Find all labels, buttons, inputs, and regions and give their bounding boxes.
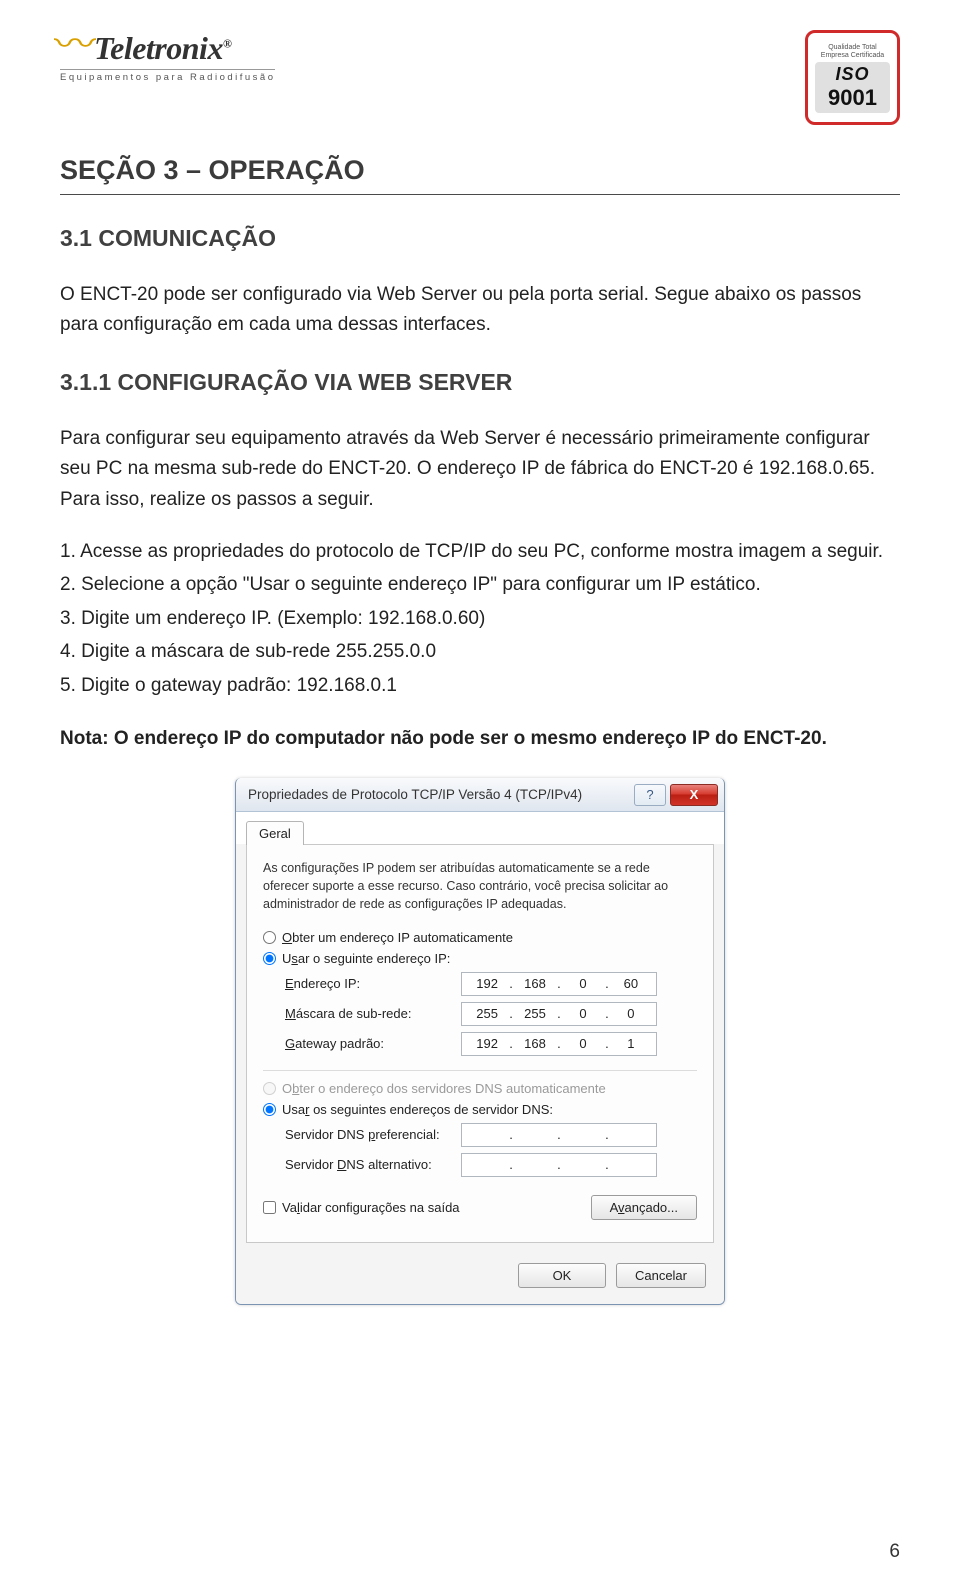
- help-icon: ?: [646, 787, 653, 802]
- steps-list: 1. Acesse as propriedades do protocolo d…: [60, 537, 900, 700]
- step-3: 3. Digite um endereço IP. (Exemplo: 192.…: [60, 604, 900, 633]
- field-gateway: Gateway padrão: 192. 168. 0. 1: [285, 1032, 697, 1056]
- mask-octet-2[interactable]: 255: [519, 1006, 551, 1021]
- mask-octet-1[interactable]: 255: [471, 1006, 503, 1021]
- close-button[interactable]: X: [670, 784, 718, 806]
- label-gateway: Gateway padrão:: [285, 1036, 461, 1051]
- page-number: 6: [889, 1541, 900, 1563]
- radio-use-ip-label: Usar o seguinte endereço IP:: [282, 951, 450, 966]
- radio-auto-ip-row[interactable]: Obter um endereço IP automaticamente: [263, 930, 697, 945]
- validate-checkbox-row[interactable]: Validar configurações na saída: [263, 1200, 460, 1215]
- input-dns-alt[interactable]: . . .: [461, 1153, 657, 1177]
- radio-use-dns[interactable]: [263, 1103, 276, 1116]
- radio-auto-dns-row: Obter o endereço dos servidores DNS auto…: [263, 1081, 697, 1096]
- dialog-footer: OK Cancelar: [236, 1253, 724, 1304]
- input-ip[interactable]: 192. 168. 0. 60: [461, 972, 657, 996]
- label-dns-alt: Servidor DNS alternativo:: [285, 1157, 461, 1172]
- field-dns-alt: Servidor DNS alternativo: . . .: [285, 1153, 697, 1177]
- paragraph-1: O ENCT-20 pode ser configurado via Web S…: [60, 280, 900, 341]
- page-header: 〰 Teletronix® Equipamentos para Radiodif…: [60, 30, 900, 125]
- tab-content: As configurações IP podem ser atribuídas…: [246, 844, 714, 1242]
- input-gateway[interactable]: 192. 168. 0. 1: [461, 1032, 657, 1056]
- radio-auto-dns-label: Obter o endereço dos servidores DNS auto…: [282, 1081, 606, 1096]
- ok-button[interactable]: OK: [518, 1263, 606, 1288]
- mask-octet-3[interactable]: 0: [567, 1006, 599, 1021]
- iso-top-text: Qualidade Total Empresa Certificada: [821, 42, 884, 63]
- logo-swoosh-icon: 〰: [54, 30, 96, 60]
- step-2: 2. Selecione a opção "Usar o seguinte en…: [60, 570, 900, 599]
- step-4: 4. Digite a máscara de sub-rede 255.255.…: [60, 637, 900, 666]
- section-title: SEÇÃO 3 – OPERAÇÃO: [60, 155, 900, 186]
- dialog-title: Propriedades de Protocolo TCP/IP Versão …: [248, 787, 582, 802]
- group-divider: [263, 1070, 697, 1071]
- validate-label: Validar configurações na saída: [282, 1200, 460, 1215]
- advanced-button[interactable]: Avançado...: [591, 1195, 697, 1220]
- ip-octet-3[interactable]: 0: [567, 976, 599, 991]
- field-ip: Endereço IP: 192. 168. 0. 60: [285, 972, 697, 996]
- radio-auto-ip-label: Obter um endereço IP automaticamente: [282, 930, 513, 945]
- iso-line2: Empresa Certificada: [821, 52, 884, 59]
- subheading-3-1: 3.1 COMUNICAÇÃO: [60, 225, 900, 252]
- help-button[interactable]: ?: [634, 784, 666, 806]
- radio-use-dns-label: Usar os seguintes endereços de servidor …: [282, 1102, 553, 1117]
- tab-general[interactable]: Geral: [246, 821, 304, 845]
- field-mask: Máscara de sub-rede: 255. 255. 0. 0: [285, 1002, 697, 1026]
- logo-registered: ®: [223, 36, 231, 50]
- note-text: Nota: O endereço IP do computador não po…: [60, 728, 900, 750]
- dialog-description: As configurações IP podem ser atribuídas…: [263, 859, 697, 913]
- step-1: 1. Acesse as propriedades do protocolo d…: [60, 537, 900, 566]
- radio-auto-dns: [263, 1082, 276, 1095]
- input-mask[interactable]: 255. 255. 0. 0: [461, 1002, 657, 1026]
- ip-octet-4[interactable]: 60: [615, 976, 647, 991]
- radio-auto-ip[interactable]: [263, 931, 276, 944]
- step-5: 5. Digite o gateway padrão: 192.168.0.1: [60, 671, 900, 700]
- divider: [60, 194, 900, 195]
- paragraph-2: Para configurar seu equipamento através …: [60, 424, 900, 515]
- label-ip: Endereço IP:: [285, 976, 461, 991]
- gw-octet-4[interactable]: 1: [615, 1036, 647, 1051]
- logo-brand-text: Teletronix: [94, 30, 223, 66]
- radio-use-ip-row[interactable]: Usar o seguinte endereço IP:: [263, 951, 697, 966]
- mask-octet-4[interactable]: 0: [615, 1006, 647, 1021]
- input-dns-pref[interactable]: . . .: [461, 1123, 657, 1147]
- iso-badge: Qualidade Total Empresa Certificada ISO …: [805, 30, 900, 125]
- ip-octet-2[interactable]: 168: [519, 976, 551, 991]
- logo-tagline: Equipamentos para Radiodifusão: [60, 69, 275, 83]
- radio-use-dns-row[interactable]: Usar os seguintes endereços de servidor …: [263, 1102, 697, 1117]
- ip-octet-1[interactable]: 192: [471, 976, 503, 991]
- logo: 〰 Teletronix® Equipamentos para Radiodif…: [60, 30, 275, 83]
- field-dns-pref: Servidor DNS preferencial: . . .: [285, 1123, 697, 1147]
- subheading-3-1-1: 3.1.1 CONFIGURAÇÃO VIA WEB SERVER: [60, 369, 900, 396]
- radio-use-ip[interactable]: [263, 952, 276, 965]
- iso-number: 9001: [815, 85, 891, 111]
- close-icon: X: [690, 787, 699, 802]
- iso-line1: Qualidade Total: [828, 44, 877, 51]
- logo-brand: Teletronix®: [94, 30, 231, 67]
- validate-checkbox[interactable]: [263, 1201, 276, 1214]
- iso-label: ISO: [815, 64, 891, 85]
- gw-octet-3[interactable]: 0: [567, 1036, 599, 1051]
- gw-octet-2[interactable]: 168: [519, 1036, 551, 1051]
- gw-octet-1[interactable]: 192: [471, 1036, 503, 1051]
- label-mask: Máscara de sub-rede:: [285, 1006, 461, 1021]
- tcpip-dialog: Propriedades de Protocolo TCP/IP Versão …: [235, 778, 725, 1304]
- dialog-titlebar[interactable]: Propriedades de Protocolo TCP/IP Versão …: [236, 778, 724, 812]
- cancel-button[interactable]: Cancelar: [616, 1263, 706, 1288]
- label-dns-pref: Servidor DNS preferencial:: [285, 1127, 461, 1142]
